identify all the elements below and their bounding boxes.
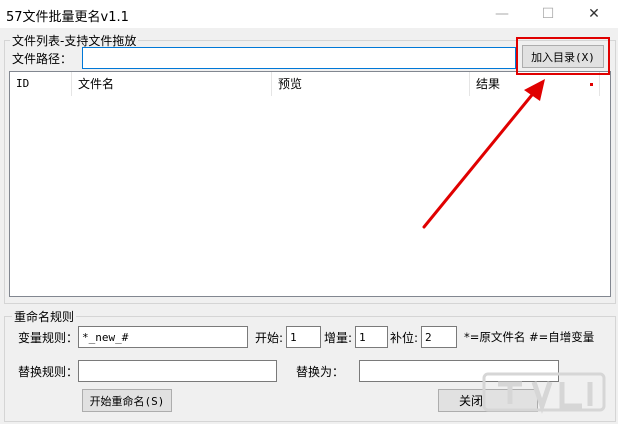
- watermark-logo: [482, 370, 612, 422]
- annotation-arrow: [422, 79, 545, 229]
